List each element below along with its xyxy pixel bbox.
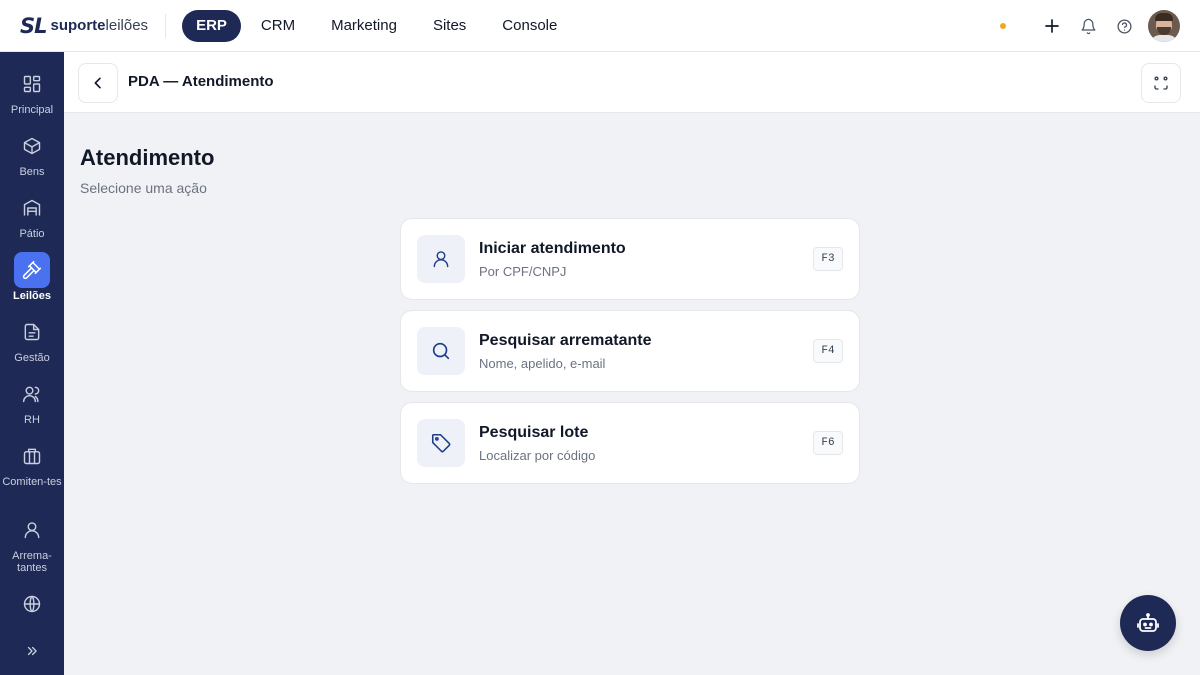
avatar[interactable] xyxy=(1148,10,1180,42)
sidebar-item-leiloes[interactable]: Leilões xyxy=(0,252,64,302)
page-title: Atendimento xyxy=(80,145,215,170)
tab-marketing[interactable]: Marketing xyxy=(315,10,413,42)
sidebar-item-label: Leilões xyxy=(13,290,51,302)
briefcase-icon xyxy=(14,438,50,474)
sidebar-item-principal[interactable]: Principal xyxy=(0,66,64,116)
page-header: PDA — Atendimento xyxy=(64,52,1200,113)
help-icon xyxy=(1116,18,1132,34)
tab-erp[interactable]: ERP xyxy=(182,9,241,42)
document-icon xyxy=(14,314,50,350)
add-button[interactable] xyxy=(1034,8,1070,44)
top-bar: SL suporteleilões ERP CRM Marketing Site… xyxy=(0,0,1200,52)
module-tabs: ERP CRM Marketing Sites Console xyxy=(182,9,573,42)
focus-mode-button[interactable] xyxy=(1141,63,1181,103)
help-button[interactable] xyxy=(1106,8,1142,44)
shortcut-badge: F6 xyxy=(813,431,843,455)
sidebar-item-label: Pátio xyxy=(19,228,45,240)
action-description: Localizar por código xyxy=(479,448,596,463)
sidebar-item-label: Arrema-tantes xyxy=(12,550,52,574)
sidebar-item-patio[interactable]: Pátio xyxy=(0,190,64,240)
page-header-title: PDA — Atendimento xyxy=(128,73,274,90)
top-actions xyxy=(1000,0,1180,52)
robot-icon xyxy=(1137,613,1159,632)
chevron-left-icon xyxy=(94,77,101,89)
scan-icon xyxy=(1154,76,1168,90)
warehouse-icon xyxy=(14,190,50,226)
box-icon xyxy=(14,128,50,164)
gavel-icon xyxy=(14,252,50,288)
page-subtitle: Selecione uma ação xyxy=(80,180,207,196)
brand-logo[interactable]: SL suporteleilões xyxy=(20,0,148,52)
tab-sites[interactable]: Sites xyxy=(417,10,482,42)
back-button[interactable] xyxy=(78,63,118,103)
tag-icon xyxy=(417,419,465,467)
sidebar-item-label: RH xyxy=(24,414,40,426)
action-title: Pesquisar lote xyxy=(479,424,589,441)
bell-icon xyxy=(1080,18,1096,34)
sidebar-item-label: Principal xyxy=(10,104,54,116)
plus-icon xyxy=(1045,19,1059,33)
users-icon xyxy=(14,376,50,412)
action-search-lot[interactable]: Pesquisar lote Localizar por código F6 xyxy=(400,402,860,484)
divider xyxy=(165,13,167,38)
sidebar-item-label: Bens xyxy=(19,166,45,178)
sidebar: Principal Bens Pátio Leilões Gestão RH C… xyxy=(0,52,64,675)
tab-crm[interactable]: CRM xyxy=(245,10,311,42)
sidebar-item-gestao[interactable]: Gestão xyxy=(0,314,64,364)
sidebar-item-bens[interactable]: Bens xyxy=(0,128,64,178)
chevrons-right-icon xyxy=(27,646,37,656)
globe-icon xyxy=(14,586,50,622)
sidebar-item-sites[interactable] xyxy=(0,586,64,622)
action-title: Pesquisar arrematante xyxy=(479,332,652,349)
sidebar-item-rh[interactable]: RH xyxy=(0,376,64,426)
shortcut-badge: F4 xyxy=(813,339,843,363)
brand-mark: SL xyxy=(20,13,47,38)
sidebar-item-label: Comiten-tes xyxy=(2,476,62,488)
brand-name: suporteleilões xyxy=(50,17,149,34)
search-icon xyxy=(417,327,465,375)
sidebar-expand-button[interactable] xyxy=(14,639,50,663)
user-icon xyxy=(14,512,50,548)
action-title: Iniciar atendimento xyxy=(479,240,626,257)
action-description: Nome, apelido, e-mail xyxy=(479,356,606,371)
assistant-bot-button[interactable] xyxy=(1120,595,1176,651)
user-icon xyxy=(417,235,465,283)
sidebar-item-arrematantes[interactable]: Arrema-tantes xyxy=(0,512,64,574)
action-description: Por CPF/CNPJ xyxy=(479,264,567,279)
tab-console[interactable]: Console xyxy=(486,10,573,42)
sidebar-item-label: Gestão xyxy=(14,352,50,364)
status-indicator xyxy=(1000,23,1006,29)
grid-icon xyxy=(14,66,50,102)
action-search-bidder[interactable]: Pesquisar arrematante Nome, apelido, e-m… xyxy=(400,310,860,392)
action-start-service[interactable]: Iniciar atendimento Por CPF/CNPJ F3 xyxy=(400,218,860,300)
sidebar-item-comitentes[interactable]: Comiten-tes xyxy=(0,438,64,488)
shortcut-badge: F3 xyxy=(813,247,843,271)
notifications-button[interactable] xyxy=(1070,8,1106,44)
